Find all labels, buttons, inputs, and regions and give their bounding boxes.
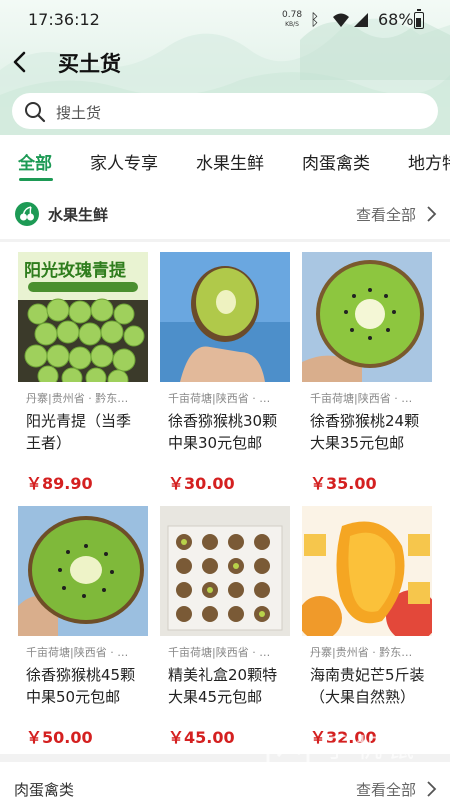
product-price: ￥45.00 — [168, 728, 235, 747]
back-button[interactable] — [6, 46, 34, 78]
chevron-right-icon[interactable] — [426, 205, 438, 223]
watermark-text: 手机鼠 — [324, 734, 421, 764]
product-image — [160, 506, 290, 636]
product-image — [302, 252, 432, 382]
product-name: 徐香猕猴桃30颗中果30元包邮 — [168, 412, 278, 452]
network-speed: 0.78 KB/S — [282, 10, 303, 29]
search-input[interactable]: 搜土货 — [12, 93, 438, 129]
product-image — [160, 252, 290, 382]
product-card[interactable]: 千亩荷塘|陕西省 · … 徐香猕猴桃24颗大果35元包邮 ￥35.00 — [302, 252, 432, 496]
view-all-link[interactable]: 查看全部 — [356, 204, 416, 225]
product-image — [18, 506, 148, 636]
product-image — [302, 506, 432, 636]
tab-meat-egg[interactable]: 肉蛋禽类 — [302, 149, 370, 174]
chevron-left-icon — [13, 51, 26, 73]
product-name: 徐香猕猴桃45颗中果50元包邮 — [26, 666, 136, 706]
section-header-fruit: 水果生鲜 查看全部 — [0, 187, 450, 239]
product-name: 徐香猕猴桃24颗大果35元包邮 — [310, 412, 420, 452]
product-origin: 千亩荷塘|陕西省 · … — [168, 646, 271, 659]
product-origin: 丹寨|贵州省 · 黔东… — [310, 646, 413, 659]
product-name: 精美礼盒20颗特大果45元包邮 — [168, 666, 278, 706]
status-bar: 17:36:12 0.78 KB/S ᛒ 68% — [0, 0, 450, 40]
watermark-logo: 手机鼠 SHOUJISHU — [262, 726, 442, 786]
battery-icon — [414, 9, 424, 29]
signal-icon — [354, 13, 368, 27]
product-origin: 千亩荷塘|陕西省 · … — [310, 392, 413, 405]
category-tabs: 全部 家人专享 水果生鲜 肉蛋禽类 地方特 — [0, 135, 450, 187]
section-title: 水果生鲜 — [48, 206, 109, 224]
search-placeholder: 搜土货 — [56, 104, 102, 122]
tab-fruit[interactable]: 水果生鲜 — [196, 149, 264, 174]
product-price: ￥35.00 — [310, 474, 377, 493]
product-card[interactable]: 千亩荷塘|陕西省 · … 徐香猕猴桃45颗中果50元包邮 ￥50.00 — [18, 506, 148, 750]
product-grid: 阳光玫瑰青提 丹寨|贵州省 · 黔东… 阳光青提（当季王者） ￥89.90 千亩… — [0, 242, 450, 754]
mouse-logo-icon — [266, 730, 310, 774]
search-icon — [25, 102, 46, 123]
product-price: ￥89.90 — [26, 474, 93, 493]
product-card[interactable]: 千亩荷塘|陕西省 · … 精美礼盒20颗特大果45元包邮 ￥45.00 — [160, 506, 290, 750]
product-origin: 千亩荷塘|陕西省 · … — [168, 392, 271, 405]
wifi-icon — [333, 13, 349, 27]
product-card[interactable]: 千亩荷塘|陕西省 · … 徐香猕猴桃30颗中果30元包邮 ￥30.00 — [160, 252, 290, 496]
product-name: 海南贵妃芒5斤装（大果自然熟） — [310, 666, 425, 706]
header: 17:36:12 0.78 KB/S ᛒ 68% 买土货 搜土货 — [0, 0, 450, 135]
product-price: ￥50.00 — [26, 728, 93, 747]
cherry-icon — [15, 202, 39, 226]
product-card[interactable]: 丹寨|贵州省 · 黔东… 海南贵妃芒5斤装（大果自然熟） ￥32.00 — [302, 506, 432, 750]
product-price: ￥30.00 — [168, 474, 235, 493]
product-name: 阳光青提（当季王者） — [26, 412, 132, 452]
image-banner-text: 阳光玫瑰青提 — [24, 261, 126, 281]
battery-level: 68% — [378, 10, 414, 29]
tab-local[interactable]: 地方特 — [408, 149, 450, 174]
product-image: 阳光玫瑰青提 — [18, 252, 148, 382]
tab-all[interactable]: 全部 — [18, 149, 52, 174]
product-origin: 丹寨|贵州省 · 黔东… — [26, 392, 129, 405]
watermark-subtext: SHOUJISHU — [326, 764, 419, 775]
tab-family[interactable]: 家人专享 — [90, 149, 158, 174]
product-origin: 千亩荷塘|陕西省 · … — [26, 646, 129, 659]
tab-indicator — [19, 178, 53, 181]
section-title: 肉蛋禽类 — [14, 781, 75, 799]
product-card[interactable]: 阳光玫瑰青提 丹寨|贵州省 · 黔东… 阳光青提（当季王者） ￥89.90 — [18, 252, 148, 496]
page-title: 买土货 — [58, 52, 121, 76]
bluetooth-icon: ᛒ — [310, 10, 320, 29]
status-time: 17:36:12 — [28, 10, 100, 29]
